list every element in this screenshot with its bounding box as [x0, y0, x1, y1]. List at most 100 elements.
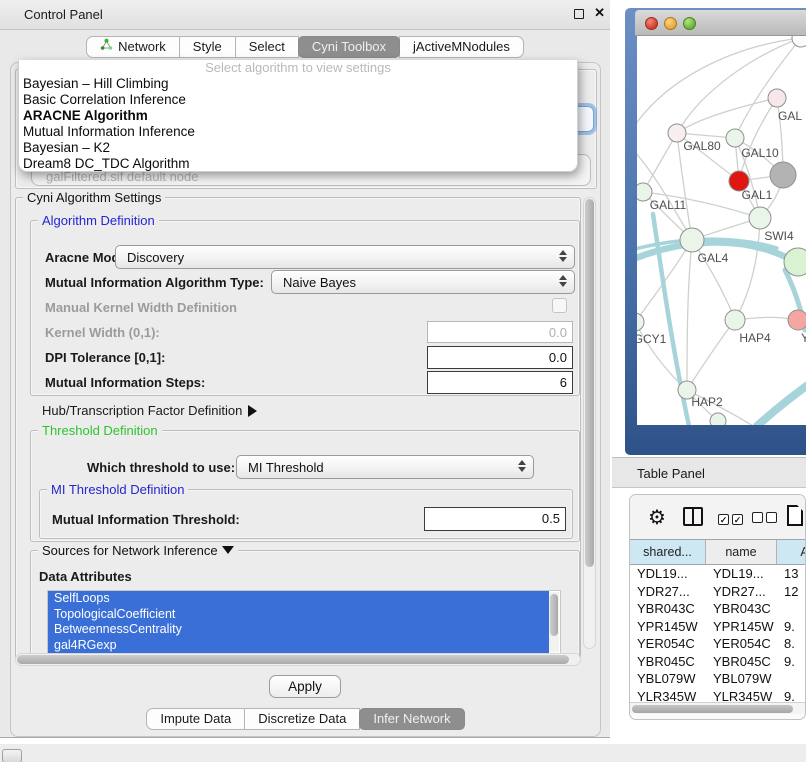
mi-steps-field[interactable]: 6 — [427, 371, 573, 394]
table-cell: 9. — [777, 688, 806, 704]
table-cell: YBR045C — [630, 653, 706, 671]
table-body: YDL19...YDL19...13YDR27...YDR27...12YBR0… — [630, 565, 806, 703]
network-node[interactable] — [770, 162, 796, 188]
attribute-option-selfloops[interactable]: SelfLoops — [48, 591, 549, 607]
hub-definition-toggle[interactable]: Hub/Transcription Factor Definition — [42, 403, 257, 418]
float-window-icon[interactable] — [574, 9, 584, 19]
table-row[interactable]: YBL079WYBL079W — [630, 670, 806, 688]
table-row[interactable]: YLR345WYLR345W9. — [630, 688, 806, 704]
column-header-name[interactable]: name — [706, 540, 777, 564]
tab-infer-network[interactable]: Infer Network — [359, 708, 464, 730]
mi-threshold-group-title: MI Threshold Definition — [47, 482, 188, 497]
node-label-gal10: GAL10 — [741, 146, 779, 160]
node-label-gal1: GAL1 — [742, 188, 773, 202]
which-threshold-combo[interactable]: MI Threshold — [236, 455, 534, 479]
aracne-mode-value: Discovery — [127, 250, 184, 265]
sources-title[interactable]: Sources for Network Inference — [38, 543, 238, 558]
tab-label: Infer Network — [373, 709, 450, 729]
mi-type-combo[interactable]: Naive Bayes — [271, 270, 575, 294]
settings-horizontal-scrollbar[interactable] — [15, 653, 581, 666]
mi-threshold-group: MI Threshold Definition Mutual Informati… — [39, 489, 573, 539]
settings-vertical-scrollbar[interactable] — [583, 197, 596, 649]
manual-kernel-label: Manual Kernel Width Definition — [45, 300, 237, 315]
table-row[interactable]: YDR27...YDR27...12 — [630, 583, 806, 601]
network-canvas[interactable]: GALGAL80GAL10GAL1GAL11GAL4SWI4GCY1HAP4YH… — [637, 36, 806, 425]
close-icon[interactable]: ✕ — [594, 5, 605, 21]
tab-select[interactable]: Select — [235, 36, 299, 58]
table-cell: YBL079W — [630, 670, 706, 688]
mi-threshold-field[interactable]: 0.5 — [424, 507, 566, 531]
algorithm-option-dream8-dc-tdc-algorithm[interactable]: Dream8 DC_TDC Algorithm — [19, 156, 577, 172]
node-label-swi4: SWI4 — [764, 229, 794, 243]
dpi-tolerance-field[interactable]: 0.0 — [427, 346, 573, 369]
table-horizontal-scrollbar[interactable] — [630, 702, 806, 714]
network-node-gal1[interactable] — [749, 207, 771, 229]
attribute-option-gal4rgexp[interactable]: gal4RGexp — [48, 638, 549, 654]
table-cell: YPR145W — [630, 618, 706, 636]
apply-button[interactable]: Apply — [269, 675, 341, 698]
tab-discretize-data[interactable]: Discretize Data — [244, 708, 360, 730]
table-cell: 9. — [777, 618, 806, 636]
table-header-row: shared...nameA — [630, 539, 806, 565]
network-node-gal10[interactable] — [726, 129, 744, 147]
table-row[interactable]: YBR043CYBR043C — [630, 600, 806, 618]
split-columns-icon[interactable] — [683, 507, 703, 526]
list-scrollbar[interactable] — [549, 592, 559, 652]
table-row[interactable]: YER054CYER054C8. — [630, 635, 806, 653]
algorithm-definition-group: Algorithm Definition Aracne Mode: Discov… — [30, 220, 580, 396]
tab-cyni-toolbox[interactable]: Cyni Toolbox — [298, 36, 400, 58]
tab-style[interactable]: Style — [179, 36, 236, 58]
cyni-algorithm-settings-group: Cyni Algorithm Settings Algorithm Defini… — [15, 197, 581, 659]
network-node[interactable] — [710, 413, 726, 425]
data-attributes-list[interactable]: SelfLoopsTopologicalCoefficientBetweenne… — [47, 590, 561, 654]
close-traffic-light-icon[interactable] — [645, 17, 658, 30]
mi-steps-label: Mutual Information Steps: — [45, 375, 205, 390]
panel-corner-button[interactable] — [2, 749, 22, 762]
column-header-a[interactable]: A — [777, 540, 806, 564]
table-panel-title: Table Panel — [637, 466, 705, 481]
panel-title: Control Panel — [24, 7, 103, 22]
attribute-option-betweennesscentrality[interactable]: BetweennessCentrality — [48, 622, 549, 638]
algorithm-option-mutual-information-inference[interactable]: Mutual Information Inference — [19, 124, 577, 140]
unchecked-boxes-icon[interactable] — [752, 510, 780, 528]
network-node-gal4[interactable] — [680, 228, 704, 252]
algorithm-option-bayesian-k2[interactable]: Bayesian – K2 — [19, 140, 577, 156]
table-row[interactable]: YPR145WYPR145W9. — [630, 618, 806, 636]
network-node-hap4[interactable] — [725, 310, 745, 330]
algorithm-definition-title: Algorithm Definition — [38, 213, 159, 228]
node-label-hap2: HAP2 — [691, 395, 723, 409]
document-icon[interactable] — [787, 505, 803, 526]
checked-boxes-icon[interactable]: ✓✓ — [718, 510, 746, 528]
minimize-traffic-light-icon[interactable] — [664, 17, 677, 30]
gear-icon[interactable]: ⚙ — [648, 505, 666, 530]
table-row[interactable]: YBR045CYBR045C9. — [630, 653, 806, 671]
tab-network[interactable]: Network — [86, 36, 180, 58]
algorithm-option-basic-correlation-inference[interactable]: Basic Correlation Inference — [19, 92, 577, 108]
tab-impute-data[interactable]: Impute Data — [146, 708, 245, 730]
aracne-mode-combo[interactable]: Discovery — [115, 245, 575, 269]
table-cell: YDL19... — [706, 565, 777, 583]
zoom-traffic-light-icon[interactable] — [683, 17, 696, 30]
threshold-definition-title: Threshold Definition — [38, 423, 162, 438]
tab-label: jActiveMNodules — [413, 37, 510, 57]
network-node-gcy1[interactable] — [637, 313, 644, 331]
table-row[interactable]: YDL19...YDL19...13 — [630, 565, 806, 583]
kernel-width-field[interactable]: 0.0 — [427, 321, 573, 343]
network-node-gal[interactable] — [768, 89, 786, 107]
network-node-y[interactable] — [788, 310, 806, 330]
collapse-arrow-icon — [222, 546, 234, 554]
manual-kernel-checkbox[interactable] — [552, 298, 567, 313]
column-header-shared[interactable]: shared... — [630, 540, 706, 564]
which-threshold-value: MI Threshold — [248, 460, 324, 475]
tab-label: Network — [118, 37, 166, 57]
algorithm-option-aracne-algorithm[interactable]: ARACNE Algorithm — [19, 108, 577, 124]
table-cell: YLR345W — [706, 688, 777, 704]
sources-group: Sources for Network Inference Data Attri… — [30, 550, 580, 658]
algorithm-option-bayesian-hill-climbing[interactable]: Bayesian – Hill Climbing — [19, 76, 577, 92]
control-panel: Control Panel ✕ Network StyleSelectCyni T… — [0, 0, 610, 738]
bottom-tabbar: Impute DataDiscretize Data Infer Network — [11, 708, 600, 730]
hub-definition-label: Hub/Transcription Factor Definition — [42, 403, 242, 418]
attribute-option-topologicalcoefficient[interactable]: TopologicalCoefficient — [48, 607, 549, 623]
network-node[interactable] — [792, 36, 806, 47]
tab-jactivemnodules[interactable]: jActiveMNodules — [399, 36, 524, 58]
